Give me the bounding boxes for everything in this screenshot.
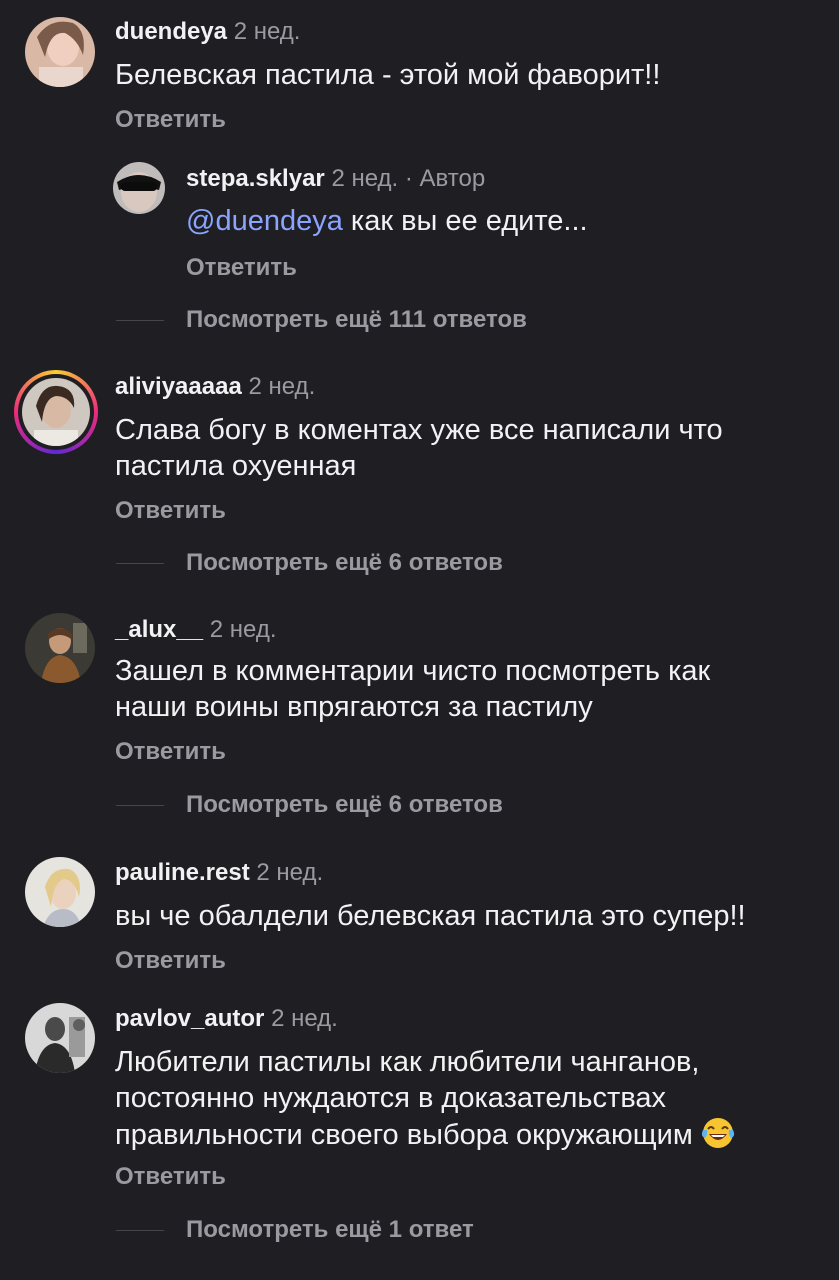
reply-text: @duendeya как вы ее едите... [186,203,839,239]
avatar-duendeya[interactable] [25,17,95,87]
comment-text-line: правильности своего выбора окружающим [115,1116,815,1153]
comment-header: _alux__ 2 нед. [115,615,277,645]
comment-text-line: пастила охуенная [115,450,357,482]
avatar-stepa-sklyar[interactable] [113,162,165,214]
reply-button[interactable]: Ответить [115,946,226,976]
reply-button[interactable]: Ответить [115,496,226,526]
comment-text: Зашел в комментарии чисто посмотреть как… [115,653,815,725]
comment-text-line: постоянно нуждаются в доказательствах [115,1082,667,1114]
view-more-replies[interactable]: Посмотреть ещё 6 ответов [116,548,636,578]
avatar-aliviyaaaaa[interactable] [22,378,90,446]
comments-list: duendeya 2 нед. Белевская пастила - этой… [0,0,839,1280]
avatar-aliviyaaaaa-image [22,378,90,446]
comment-text-line: Слава богу в коментах уже все написали ч… [115,414,723,446]
divider-line [116,1230,164,1231]
author-badge: · Автор [404,165,486,192]
comment-header: pauline.rest 2 нед. [115,858,323,888]
reply-button[interactable]: Ответить [115,737,226,767]
comment-text: Слава богу в коментах уже все написали ч… [115,412,815,484]
reply-time: 2 нед. [331,165,399,192]
comment-header: aliviyaaaaa 2 нед. [115,372,315,402]
avatar-pauline-rest-image [25,857,95,927]
comment-text-line: наши воины впрягаются за пастилу [115,691,593,723]
view-more-replies[interactable]: Посмотреть ещё 111 ответов [116,305,636,335]
comment-time: 2 нед. [209,616,277,643]
avatar-pavlov-autor[interactable] [25,1003,95,1073]
comment-time: 2 нед. [256,859,324,886]
view-more-replies-label[interactable]: Посмотреть ещё 6 ответов [186,790,503,820]
avatar-alux[interactable] [25,613,95,683]
divider-line [116,563,164,564]
divider-line [116,320,164,321]
avatar-pavlov-autor-image [25,1003,95,1073]
username[interactable]: _alux__ [115,616,203,643]
username[interactable]: duendeya [115,18,227,45]
reply-button[interactable]: Ответить [115,1162,226,1192]
reply-header: stepa.sklyar 2 нед. · Автор [186,164,485,194]
avatar-stepa-sklyar-image [113,162,165,214]
comment-text-line-body: правильности своего выбора окружающим [115,1119,693,1151]
avatar-alux-image [25,613,95,683]
face-with-tears-of-joy-icon [701,1118,734,1148]
avatar-pauline-rest[interactable] [25,857,95,927]
comment-text: вы че обалдели белевская пастила это суп… [115,900,746,932]
view-more-replies[interactable]: Посмотреть ещё 6 ответов [116,790,636,820]
avatar-duendeya-image [25,17,95,87]
view-more-replies-label[interactable]: Посмотреть ещё 1 ответ [186,1215,474,1245]
comment-header: pavlov_autor 2 нед. [115,1004,338,1034]
view-more-replies-label[interactable]: Посмотреть ещё 6 ответов [186,548,503,578]
view-more-replies[interactable]: Посмотреть ещё 1 ответ [116,1215,636,1245]
comment-header: duendeya 2 нед. [115,17,300,47]
mention-link[interactable]: @duendeya [186,205,343,237]
divider-line [116,805,164,806]
username[interactable]: stepa.sklyar [186,165,325,192]
comment-text: Белевская пастила - этой мой фаворит!! [115,59,661,91]
username[interactable]: pavlov_autor [115,1005,264,1032]
comment-time: 2 нед. [271,1005,338,1032]
reply-button[interactable]: Ответить [115,105,226,135]
comment-text-line: Любители пастилы как любители чанганов, [115,1046,700,1078]
reply-text-body: как вы ее едите... [342,205,588,237]
username[interactable]: aliviyaaaaa [115,373,242,400]
comment-text-line: Зашел в комментарии чисто посмотреть как [115,655,711,687]
view-more-replies-label[interactable]: Посмотреть ещё 111 ответов [186,305,527,335]
comment-text: Любители пастилы как любители чанганов, … [115,1044,815,1153]
reply-button[interactable]: Ответить [186,253,297,283]
comment-time: 2 нед. [248,373,316,400]
username[interactable]: pauline.rest [115,859,250,886]
comment-time: 2 нед. [233,18,301,45]
